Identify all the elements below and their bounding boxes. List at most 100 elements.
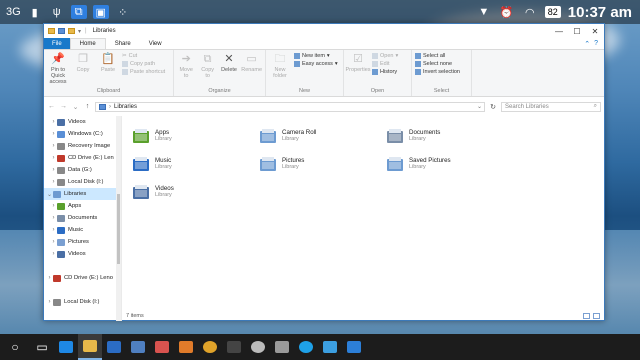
paste-button[interactable]: 📋 Paste: [97, 52, 119, 88]
nav-item[interactable]: › Local Disk (I:): [44, 296, 121, 308]
move-to-button[interactable]: ➔ Move to: [177, 52, 195, 88]
expand-chevron-icon[interactable]: ›: [50, 239, 57, 245]
tab-file[interactable]: File: [44, 38, 70, 49]
library-item[interactable]: Music Library: [132, 150, 259, 178]
forward-button[interactable]: →: [59, 103, 68, 110]
breadcrumb-libraries[interactable]: Libraries: [114, 104, 137, 110]
library-item[interactable]: Pictures Library: [259, 150, 386, 178]
expand-chevron-icon[interactable]: ›: [50, 215, 57, 221]
nav-item[interactable]: › Recovery Image: [44, 140, 121, 152]
expand-chevron-icon[interactable]: ⌄: [46, 191, 53, 198]
taskbar-app[interactable]: [126, 334, 150, 360]
nav-item[interactable]: › Music: [44, 224, 121, 236]
new-folder-quick-icon[interactable]: [68, 28, 75, 34]
nav-item[interactable]: › Local Disk (I:): [44, 176, 121, 188]
close-button[interactable]: ✕: [586, 27, 604, 36]
tab-share[interactable]: Share: [106, 38, 140, 49]
open-button[interactable]: Open ▾: [372, 53, 398, 59]
taskbar-app[interactable]: [150, 334, 174, 360]
navigation-scrollbar[interactable]: [116, 116, 121, 321]
nav-item[interactable]: › CD Drive (E:) Len: [44, 152, 121, 164]
properties-quick-icon[interactable]: [58, 28, 65, 34]
folder-icon[interactable]: [48, 28, 55, 34]
taskbar-app[interactable]: [318, 334, 342, 360]
nav-item[interactable]: › Data (G:): [44, 164, 121, 176]
taskbar-terminal[interactable]: [222, 334, 246, 360]
edit-button[interactable]: Edit: [372, 61, 398, 67]
taskbar-app[interactable]: [246, 334, 270, 360]
expand-chevron-icon[interactable]: ›: [46, 299, 53, 305]
minimize-button[interactable]: —: [550, 27, 568, 36]
copy-path-icon: [122, 61, 128, 67]
nav-item[interactable]: › Documents: [44, 212, 121, 224]
taskbar-app[interactable]: [270, 334, 294, 360]
delete-button[interactable]: ✕ Delete: [220, 52, 238, 88]
expand-chevron-icon[interactable]: ›: [50, 203, 57, 209]
maximize-button[interactable]: ☐: [568, 27, 586, 36]
expand-chevron-icon[interactable]: ›: [46, 275, 53, 281]
properties-button[interactable]: ☑ Properties: [345, 52, 370, 88]
pin-to-quick-access-button[interactable]: 📌 Pin to Quick access: [47, 52, 69, 88]
nav-item[interactable]: › CD Drive (E:) Leno: [44, 272, 121, 284]
nav-item[interactable]: › Windows (C:): [44, 128, 121, 140]
copy-to-button[interactable]: ⧉ Copy to: [198, 52, 216, 88]
edit-icon: [372, 61, 378, 67]
quick-access-dropdown-icon[interactable]: ▾: [78, 28, 81, 35]
nav-item[interactable]: › Pictures: [44, 236, 121, 248]
cut-button[interactable]: ✂ Cut: [122, 53, 165, 59]
taskbar-store[interactable]: [102, 334, 126, 360]
select-none-button[interactable]: Select none: [415, 61, 460, 67]
expand-chevron-icon[interactable]: ›: [50, 131, 57, 137]
nav-item[interactable]: ⌄ Libraries: [44, 188, 121, 200]
expand-chevron-icon[interactable]: ›: [50, 155, 57, 161]
paste-shortcut-button[interactable]: Paste shortcut: [122, 69, 165, 75]
library-item[interactable]: Camera Roll Library: [259, 122, 386, 150]
new-folder-button[interactable]: 🗀 New folder: [269, 52, 291, 88]
library-item[interactable]: Documents Library: [386, 122, 513, 150]
rename-button[interactable]: ▭ Rename: [241, 52, 262, 88]
expand-chevron-icon[interactable]: ›: [50, 119, 57, 125]
start-button[interactable]: ○: [0, 334, 30, 360]
taskbar-skype[interactable]: [294, 334, 318, 360]
back-button[interactable]: ←: [47, 103, 56, 110]
expand-chevron-icon[interactable]: ›: [50, 143, 57, 149]
help-icon[interactable]: ?: [594, 40, 598, 47]
library-item[interactable]: Videos Library: [132, 178, 259, 206]
taskbar-edge[interactable]: [54, 334, 78, 360]
taskbar-app[interactable]: [174, 334, 198, 360]
details-view-icon[interactable]: [583, 313, 590, 319]
copy-button[interactable]: ❐ Copy: [72, 52, 94, 88]
task-view-button[interactable]: ▭: [30, 334, 54, 360]
nav-item[interactable]: ›Network: [44, 320, 121, 321]
library-type: Library: [155, 136, 172, 142]
taskbar-chrome[interactable]: [198, 334, 222, 360]
expand-ribbon-icon[interactable]: ⌃: [584, 40, 590, 48]
invert-selection-button[interactable]: Invert selection: [415, 69, 460, 75]
copy-path-button[interactable]: Copy path: [122, 61, 165, 67]
new-item-button[interactable]: New item ▾: [294, 53, 338, 59]
library-item[interactable]: Saved Pictures Library: [386, 150, 513, 178]
easy-access-button[interactable]: Easy access ▾: [294, 61, 338, 67]
nav-item[interactable]: › Apps: [44, 200, 121, 212]
large-icons-view-icon[interactable]: [593, 313, 600, 319]
refresh-button[interactable]: ↻: [488, 103, 498, 111]
nav-item[interactable]: › Videos: [44, 116, 121, 128]
tab-view[interactable]: View: [140, 38, 171, 49]
nav-item[interactable]: › Videos: [44, 248, 121, 260]
address-bar[interactable]: › Libraries ⌄: [95, 101, 485, 112]
expand-chevron-icon[interactable]: ›: [50, 167, 57, 173]
scrollbar-thumb[interactable]: [117, 194, 120, 264]
search-input[interactable]: Search Libraries ⌕: [501, 101, 601, 112]
taskbar-file-explorer[interactable]: [78, 334, 102, 360]
up-button[interactable]: ↑: [83, 103, 92, 110]
tab-home[interactable]: Home: [69, 38, 106, 49]
history-button[interactable]: History: [372, 69, 398, 75]
expand-chevron-icon[interactable]: ›: [50, 251, 57, 257]
select-all-button[interactable]: Select all: [415, 53, 460, 59]
expand-chevron-icon[interactable]: ›: [50, 227, 57, 233]
taskbar-app[interactable]: [342, 334, 366, 360]
recent-locations-button[interactable]: ⌄: [71, 103, 80, 111]
address-dropdown-icon[interactable]: ⌄: [477, 103, 484, 110]
expand-chevron-icon[interactable]: ›: [50, 179, 57, 185]
library-item[interactable]: Apps Library: [132, 122, 259, 150]
